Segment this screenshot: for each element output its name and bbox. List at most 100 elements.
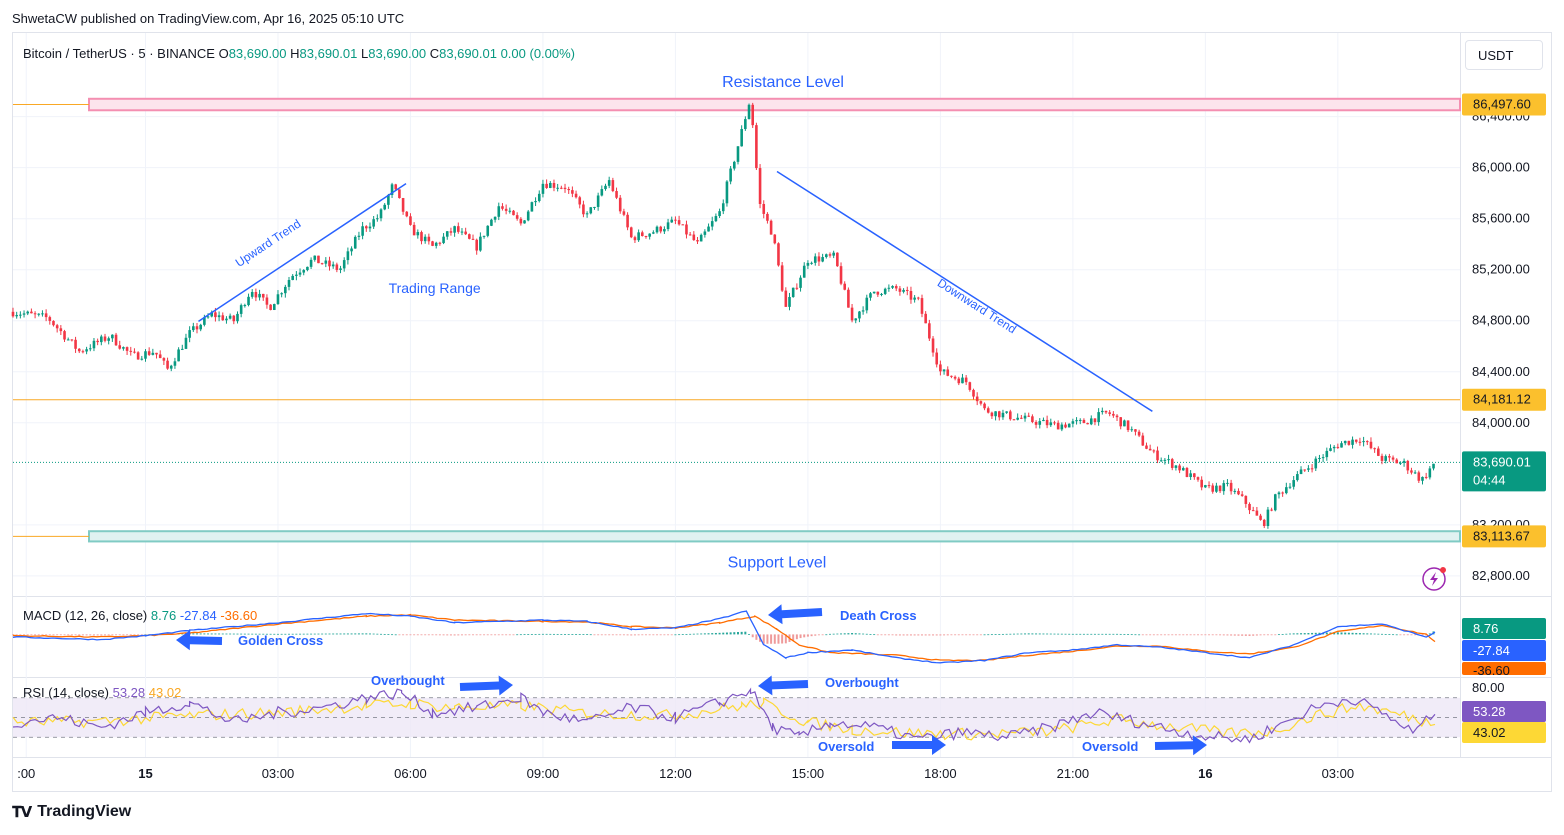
chart-canvas[interactable]: Resistance Level Support Level Upward Tren… [0, 0, 1564, 835]
candle-body [769, 220, 773, 235]
macd-histogram-bar [1005, 633, 1008, 635]
candle-body [1159, 460, 1163, 462]
candle-body [416, 232, 420, 236]
candle-body [556, 187, 559, 189]
macd-title: MACD (12, 26, close) [23, 608, 148, 623]
macd-histogram-bar [1204, 634, 1207, 636]
macd-histogram-bar [1053, 633, 1056, 635]
macd-histogram-bar [748, 634, 751, 635]
macd-histogram-bar [70, 634, 73, 636]
candle-body [1104, 410, 1108, 413]
candle-body [59, 328, 63, 332]
candle-body [1402, 460, 1406, 463]
macd-histogram-bar [828, 633, 831, 635]
candle-body [346, 251, 350, 261]
macd-histogram-bar [854, 633, 857, 635]
macd-histogram-bar [736, 632, 739, 635]
candle-body [574, 193, 578, 198]
macd-histogram-bar [1340, 632, 1343, 635]
candle-body [394, 184, 398, 190]
candle-body [431, 241, 434, 246]
macd-histogram-bar [438, 634, 441, 636]
high-label: H [290, 46, 300, 61]
macd-histogram-bar [943, 634, 946, 636]
macd-histogram-bar [994, 634, 997, 635]
macd-histogram-bar [1289, 633, 1292, 635]
macd-histogram-bar [1277, 634, 1280, 636]
candle-body [232, 315, 236, 322]
candle-body [626, 214, 629, 228]
candle-body [1086, 423, 1089, 425]
candle-body [1196, 477, 1200, 480]
macd-histogram-bar [817, 634, 820, 636]
macd-histogram-bar [328, 633, 331, 635]
candle-body [1377, 448, 1380, 456]
overbought-arrow-1 [459, 675, 513, 696]
macd-histogram-bar [667, 634, 670, 636]
macd-histogram-bar [589, 634, 592, 636]
macd-histogram-bar [78, 634, 81, 636]
candle-body [1384, 456, 1387, 461]
macd-histogram-bar [1075, 633, 1078, 635]
macd-histogram-bar [1395, 634, 1398, 636]
macd-histogram-bar [335, 633, 338, 635]
candle-body [228, 315, 232, 319]
macd-histogram-bar [67, 634, 70, 636]
macd-histogram-bar [1281, 634, 1284, 635]
macd-histogram-bar [659, 634, 662, 636]
candle-body [1031, 416, 1034, 422]
macd-histogram-bar [56, 634, 59, 636]
time-tick-label: :00 [17, 766, 35, 781]
macd-histogram-bar [1226, 634, 1229, 636]
candle-body [158, 354, 162, 359]
macd-histogram-bar [435, 634, 438, 636]
candle-body [328, 260, 331, 267]
macd-histogram-bar [806, 634, 809, 637]
macd-histogram-bar [968, 634, 971, 636]
macd-histogram-bar [115, 634, 118, 636]
candle-body [791, 287, 795, 298]
candle-body [1248, 503, 1251, 511]
macd-histogram-bar [137, 634, 140, 636]
candle-body [935, 352, 939, 365]
candle-body [703, 231, 707, 235]
candle-body [501, 206, 504, 209]
macd-histogram-bar [1174, 634, 1177, 636]
candle-body [490, 219, 493, 226]
macd-histogram-bar [486, 634, 489, 636]
candle-body [1391, 457, 1395, 460]
macd-histogram-bar [1163, 634, 1166, 636]
overbought-arrow-1-shape [459, 675, 513, 696]
macd-histogram-bar [1193, 634, 1196, 636]
trading-range-label: Trading Range [389, 280, 481, 296]
macd-histogram-bar [26, 634, 29, 636]
candle-body [1299, 469, 1303, 475]
macd-histogram-bar [475, 634, 478, 636]
currency-button[interactable]: USDT [1465, 40, 1543, 70]
death-cross-arrow [767, 604, 823, 625]
macd-histogram-bar [1001, 633, 1004, 635]
candle-body [777, 243, 780, 266]
macd-histogram-bar [1024, 633, 1027, 635]
candle-body [788, 297, 791, 307]
candle-body [1288, 486, 1292, 488]
support-zone [88, 530, 1461, 543]
macd-histogram-bar [1130, 634, 1133, 636]
macd-histogram-bar [1093, 633, 1096, 635]
candle-body [144, 351, 147, 359]
candle-body [1005, 411, 1008, 413]
macd-histogram-bar [1046, 633, 1049, 635]
macd-histogram-bar [405, 634, 408, 636]
last-price-badge-text: 04:44 [1473, 472, 1506, 487]
macd-histogram-bar [1027, 633, 1030, 635]
macd-histogram-bar [928, 634, 931, 636]
tradingview-logo[interactable]: 𝐓𝗩 TradingView [12, 803, 131, 821]
candle-body [710, 221, 714, 227]
macd-histogram-bar [508, 634, 511, 636]
candle-body [129, 350, 133, 352]
candle-body [302, 270, 306, 273]
candle-body [898, 288, 902, 292]
candle-body [276, 294, 280, 305]
macd-histogram-bar [946, 634, 949, 636]
macd-histogram-bar [472, 634, 475, 636]
